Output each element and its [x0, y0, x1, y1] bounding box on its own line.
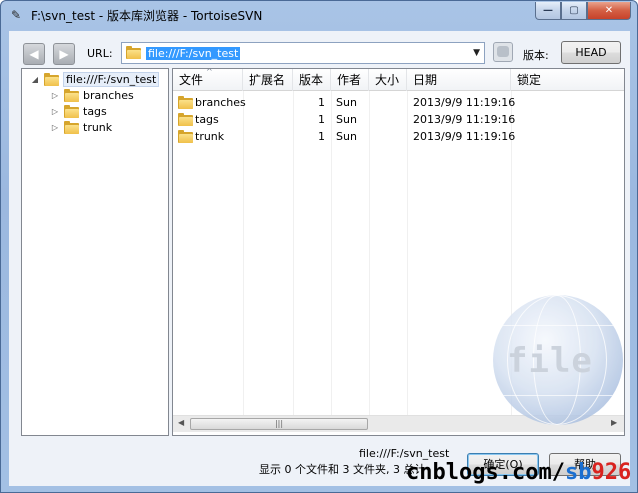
file-globe-watermark: file: [493, 295, 623, 425]
list-row-tags[interactable]: tags 1 Sun 2013/9/9 11:19:16: [173, 111, 624, 128]
status-path: file:///F:/svn_test: [359, 447, 450, 460]
speech-bubble-icon: [497, 46, 509, 57]
list-row-trunk[interactable]: trunk 1 Sun 2013/9/9 11:19:16: [173, 128, 624, 145]
collapsed-icon[interactable]: ▷: [50, 91, 60, 100]
back-arrow-icon: ◀: [29, 47, 39, 61]
scroll-thumb[interactable]: |||: [190, 418, 368, 430]
maximize-button[interactable]: ▢: [561, 2, 587, 20]
column-header-date[interactable]: 日期: [407, 69, 511, 91]
dropdown-arrow-icon[interactable]: ▼: [473, 48, 480, 58]
cell-date: 2013/9/9 11:19:16: [413, 113, 516, 126]
forward-button[interactable]: ▶: [53, 43, 75, 65]
folder-icon: [64, 104, 79, 118]
revision-label: 版本:: [523, 49, 549, 62]
scroll-left-icon[interactable]: ◀: [178, 418, 184, 427]
history-button[interactable]: [493, 42, 513, 62]
tree-item-root[interactable]: ◢ file:///F:/svn_test: [30, 71, 160, 87]
client-area: ◀ ▶ URL: file:///F:/svn_test ▼ 版本: HEAD …: [9, 31, 632, 486]
cell-author: Sun: [336, 113, 357, 126]
sort-ascending-icon: ^: [206, 68, 213, 76]
repository-browser-window: ✎ F:\svn_test - 版本库浏览器 - TortoiseSVN — ▢…: [0, 0, 638, 493]
minimize-button[interactable]: —: [535, 2, 561, 20]
tree-item-label: branches: [83, 88, 134, 102]
url-input[interactable]: file:///F:/svn_test: [146, 47, 241, 60]
cell-name: trunk: [195, 130, 225, 143]
status-count: 显示 0 个文件和 3 文件夹, 3 总计: [259, 463, 426, 476]
tree-item-tags[interactable]: ▷ tags: [50, 103, 107, 119]
cell-date: 2013/9/9 11:19:16: [413, 96, 516, 109]
cell-name: branches: [195, 96, 246, 109]
cell-revision: 1: [318, 113, 325, 126]
cell-revision: 1: [318, 96, 325, 109]
window-title: F:\svn_test - 版本库浏览器 - TortoiseSVN: [31, 9, 263, 23]
tree-item-trunk[interactable]: ▷ trunk: [50, 119, 112, 135]
tortoise-icon: ✎: [10, 8, 22, 22]
column-header-author[interactable]: 作者: [331, 69, 369, 91]
tree-item-branches[interactable]: ▷ branches: [50, 87, 134, 103]
tree-item-label: tags: [83, 104, 107, 118]
folder-icon: [64, 88, 79, 102]
revision-button[interactable]: HEAD: [561, 41, 621, 64]
column-header-size[interactable]: 大小: [369, 69, 407, 91]
caption-buttons: — ▢ ✕: [535, 2, 631, 21]
column-header-extension[interactable]: 扩展名: [243, 69, 293, 91]
cell-date: 2013/9/9 11:19:16: [413, 130, 516, 143]
close-icon: ✕: [604, 5, 614, 16]
folder-icon: [44, 72, 59, 86]
minimize-icon: —: [543, 5, 553, 16]
folder-icon: [126, 46, 141, 59]
cell-name: tags: [195, 113, 219, 126]
column-header-revision[interactable]: 版本: [293, 69, 331, 91]
cell-author: Sun: [336, 96, 357, 109]
repository-tree[interactable]: ◢ file:///F:/svn_test ▷ branches ▷ tags …: [21, 68, 169, 436]
expanded-icon[interactable]: ◢: [30, 75, 40, 84]
maximize-icon: ▢: [569, 5, 579, 16]
column-header-file[interactable]: 文件 ^: [173, 69, 243, 91]
collapsed-icon[interactable]: ▷: [50, 107, 60, 116]
cnblogs-watermark: cnblogs.com/sb926: [406, 460, 632, 485]
back-button[interactable]: ◀: [23, 43, 45, 65]
watermark-text: file: [507, 341, 593, 381]
close-button[interactable]: ✕: [587, 2, 631, 20]
list-header: 文件 ^ 扩展名 版本 作者 大小 日期 锁定: [173, 69, 624, 91]
url-label: URL:: [87, 47, 113, 60]
scroll-right-icon[interactable]: ▶: [611, 418, 617, 427]
url-combobox[interactable]: file:///F:/svn_test ▼: [121, 42, 485, 64]
cell-revision: 1: [318, 130, 325, 143]
tree-item-label: file:///F:/svn_test: [63, 71, 160, 87]
folder-icon: [178, 130, 193, 143]
list-row-branches[interactable]: branches 1 Sun 2013/9/9 11:19:16: [173, 94, 624, 111]
folder-icon: [178, 96, 193, 109]
cell-author: Sun: [336, 130, 357, 143]
tree-item-label: trunk: [83, 120, 113, 134]
title-bar[interactable]: ✎ F:\svn_test - 版本库浏览器 - TortoiseSVN — ▢…: [1, 1, 637, 29]
folder-icon: [64, 120, 79, 134]
collapsed-icon[interactable]: ▷: [50, 123, 60, 132]
column-header-lock[interactable]: 锁定: [511, 69, 624, 91]
folder-icon: [178, 113, 193, 126]
forward-arrow-icon: ▶: [59, 47, 69, 61]
